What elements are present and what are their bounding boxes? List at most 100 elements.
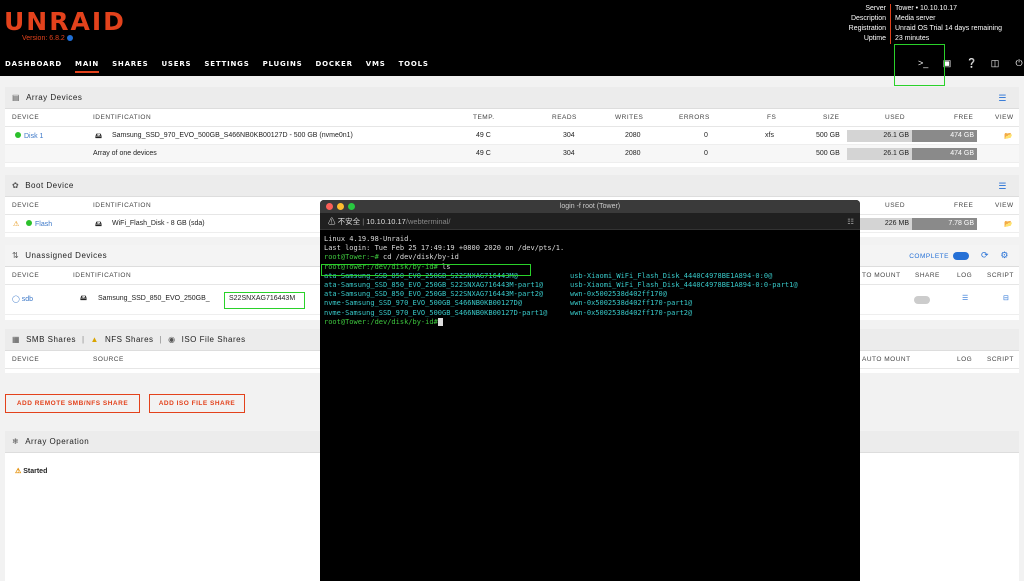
nav-settings[interactable]: SETTINGS (204, 60, 249, 73)
complete-label: COMPLETE (909, 253, 949, 260)
gear-icon[interactable]: ⚙ (1000, 250, 1009, 261)
view-folder-icon[interactable]: 📂 (1004, 132, 1013, 140)
version-label: Version: 6.8.2 (22, 35, 73, 42)
add-iso-share-button[interactable]: ADD ISO FILE SHARE (149, 394, 245, 413)
col-device: DEVICE (12, 272, 40, 279)
panel-header: ✿ Boot Device ☰ (5, 175, 1019, 197)
nav-dashboard[interactable]: DASHBOARD (5, 60, 62, 73)
device-cell[interactable]: ◯ sdb (12, 295, 33, 303)
listing-entry: usb-Xiaomi_WiFi_Flash_Disk_4440C4978BE1A… (570, 271, 773, 280)
log-icon[interactable]: ◫ (990, 58, 1000, 68)
registration-key: Registration (780, 24, 891, 34)
errors-cell: 0 (704, 132, 708, 139)
paw-icon: ✿ (12, 181, 20, 190)
disc-icon: ◉ (168, 335, 176, 344)
snowflake-icon: ❄ (12, 437, 20, 446)
terminal-line: root@Tower:~# cd /dev/disk/by-id (324, 253, 856, 262)
terminal-output[interactable]: Linux 4.19.98-Unraid. Last login: Tue Fe… (320, 230, 860, 332)
col-auto-mount: AUTO MOUNT (862, 356, 911, 363)
separator: | (362, 217, 365, 226)
temp-cell: 49 C (476, 150, 491, 157)
unraid-logo[interactable]: UNRAID (4, 7, 126, 36)
listing-highlight-box (321, 264, 531, 276)
writes-cell: 2080 (625, 132, 641, 139)
identification-cell: WiFi_Flash_Disk - 8 GB (sda) (112, 220, 205, 227)
nav-shares[interactable]: SHARES (112, 60, 148, 73)
col-errors: ERRORS (679, 114, 710, 121)
server-value: Tower • 10.10.10.17 (895, 5, 957, 12)
identification-cell: Array of one devices (93, 150, 157, 157)
description-key: Description (780, 14, 891, 24)
panel-title: Array Devices (26, 93, 83, 102)
sdb-link[interactable]: sdb (22, 296, 33, 303)
identification-cell: Samsung_SSD_850_EVO_250GB_ (98, 295, 210, 302)
col-reads: READS (552, 114, 577, 121)
power-icon[interactable]: ⏻ (1014, 58, 1024, 68)
drives-icon: ▤ (12, 93, 21, 102)
refresh-icon[interactable]: ⟳ (981, 250, 989, 261)
minimize-icon[interactable] (337, 203, 344, 210)
serial-highlight-box (224, 292, 305, 309)
nav-main[interactable]: MAIN (75, 60, 100, 73)
nav-vms[interactable]: VMS (366, 60, 386, 73)
list-view-icon[interactable]: ☰ (998, 93, 1007, 104)
array-status: ⚠ Started (15, 467, 47, 475)
add-disk-icon[interactable]: 🖴 (80, 294, 87, 305)
command: cd /dev/disk/by-id (378, 253, 459, 262)
listing-entry: wwn-0x5002538d402ff170-part2@ (570, 308, 693, 317)
nav-plugins[interactable]: PLUGINS (263, 60, 303, 73)
view-folder-icon[interactable]: 📂 (1004, 220, 1013, 228)
share-toggle[interactable] (914, 296, 930, 304)
terminal-line: nvme-Samsung_SSD_970_EVO_500GB_S466NB0KB… (324, 299, 856, 308)
terminal-line: root@Tower:/dev/disk/by-id# (324, 317, 856, 327)
terminal-window[interactable]: login -f root (Tower) ⚠ 不安全 | 10.10.10.1… (320, 200, 860, 581)
close-icon[interactable] (326, 203, 333, 210)
list-view-icon[interactable]: ☰ (998, 181, 1007, 192)
listing-entry: wwn-0x5002538d402ff170-part1@ (570, 299, 693, 308)
help-icon[interactable]: ❔ (966, 58, 977, 68)
table-row: Disk 1 🖴 Samsung_SSD_970_EVO_500GB_S466N… (5, 127, 1019, 145)
disk1-link[interactable]: Disk 1 (24, 133, 43, 140)
info-icon[interactable] (66, 35, 73, 42)
flash-link[interactable]: Flash (35, 221, 52, 228)
terminal-line: ata-Samsung_SSD_850_EVO_250GB_S22SNXAG71… (324, 290, 856, 299)
listing-entry: ata-Samsung_SSD_850_EVO_250GB_S22SNXAG71… (324, 290, 544, 299)
free-bar: 474 GB (912, 130, 977, 142)
terminal-title: login -f root (Tower) (559, 203, 621, 210)
warning-icon: ⚠ (13, 221, 20, 228)
version-text: Version: 6.8.2 (22, 35, 65, 42)
nav-users[interactable]: USERS (161, 60, 191, 73)
script-icon[interactable]: ⊟ (1003, 294, 1009, 302)
tab-smb[interactable]: SMB Shares (26, 335, 76, 344)
panel-title: Unassigned Devices (25, 251, 108, 260)
listing-entry: nvme-Samsung_SSD_970_EVO_500GB_S466NB0KB… (324, 308, 548, 317)
device-cell[interactable]: Flash (26, 220, 52, 228)
col-identification: IDENTIFICATION (73, 272, 132, 279)
complete-toggle[interactable] (953, 252, 969, 260)
translate-icon[interactable]: ☷ (847, 213, 854, 230)
col-temp: TEMP. (473, 114, 495, 121)
url-host: 10.10.10.17 (366, 217, 406, 226)
nav-tools[interactable]: TOOLS (399, 60, 429, 73)
header: UNRAID Version: 6.8.2 Server Tower • 10.1… (0, 0, 1024, 76)
nav-docker[interactable]: DOCKER (315, 60, 352, 73)
tab-nfs[interactable]: NFS Shares (105, 335, 154, 344)
warning-icon: ⚠ (328, 217, 336, 226)
terminal-highlight-box (894, 44, 945, 86)
col-writes: WRITES (615, 114, 644, 121)
maximize-icon[interactable] (348, 203, 355, 210)
device-cell[interactable]: Disk 1 (15, 132, 43, 140)
terminal-titlebar[interactable]: login -f root (Tower) (320, 200, 860, 213)
listing-entry: usb-Xiaomi_WiFi_Flash_Disk_4440C4978BE1A… (570, 280, 798, 289)
table-row: Array of one devices 49 C 304 2080 0 500… (5, 145, 1019, 163)
registration-value[interactable]: Unraid OS Trial 14 days remaining (891, 24, 1002, 34)
tab-iso[interactable]: ISO File Shares (182, 335, 246, 344)
main-nav: DASHBOARD MAIN SHARES USERS SETTINGS PLU… (5, 60, 429, 73)
uptime-value: 23 minutes (895, 35, 930, 42)
add-remote-share-button[interactable]: ADD REMOTE SMB/NFS SHARE (5, 394, 140, 413)
address-bar[interactable]: ⚠ 不安全 | 10.10.10.17/webterminal/ ☷ (320, 213, 860, 230)
log-icon[interactable]: ☰ (962, 294, 968, 302)
used-bar: 26.1 GB (847, 130, 912, 142)
size-cell: 500 GB (816, 150, 840, 157)
col-device: DEVICE (12, 202, 40, 209)
